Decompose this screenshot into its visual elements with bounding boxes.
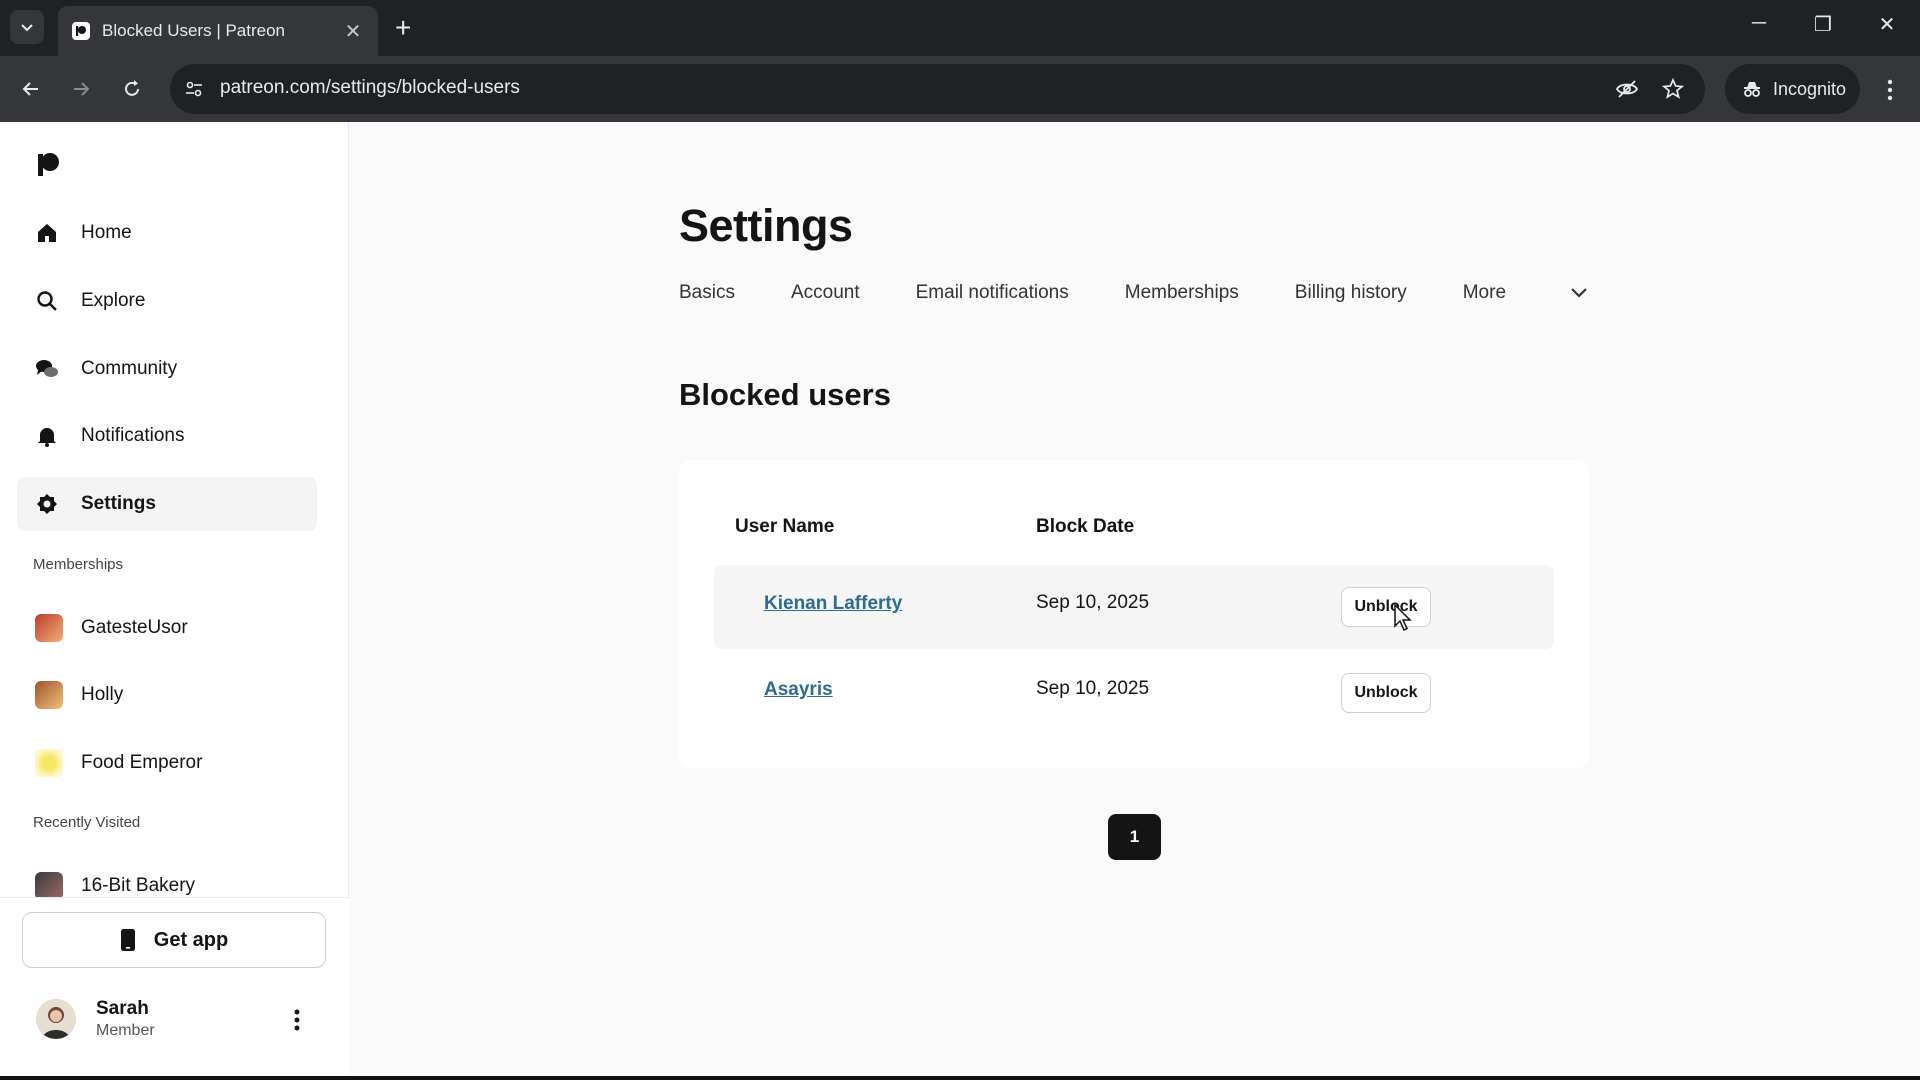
sidebar-footer: Get app Sarah Member	[0, 897, 349, 1080]
sidebar-membership-item[interactable]: Food Emperor	[17, 736, 317, 790]
url-text[interactable]: patreon.com/settings/blocked-users	[220, 77, 520, 99]
get-app-label: Get app	[153, 928, 229, 951]
patreon-logo-icon[interactable]	[36, 152, 60, 178]
recently-visited-label: Recently Visited	[33, 814, 141, 831]
home-icon	[35, 221, 59, 245]
tab-more[interactable]: More	[1463, 282, 1588, 304]
page-title: Settings	[679, 200, 853, 251]
tab-account[interactable]: Account	[791, 282, 860, 304]
avatar	[36, 999, 76, 1039]
sidebar-item-label: 16-Bit Bakery	[81, 875, 196, 896]
chevron-down-icon	[21, 24, 33, 32]
column-header-user-name: User Name	[735, 516, 835, 537]
chevron-down-icon	[1571, 288, 1587, 298]
blocked-user-link[interactable]: Kienan Lafferty	[764, 593, 902, 615]
blocked-users-table: User Name Block Date Kienan Lafferty Sep…	[679, 460, 1589, 768]
reload-icon	[125, 80, 139, 96]
sidebar-item-label: Notifications	[81, 425, 185, 446]
browser-tab[interactable]: Blocked Users | Patreon ✕	[58, 6, 378, 56]
browser-toolbar: patreon.com/settings/blocked-users Incog…	[0, 56, 1920, 122]
tab-email-notifications[interactable]: Email notifications	[916, 282, 1069, 304]
sidebar: Home Explore Community Notifications Set…	[0, 122, 349, 1080]
reload-button[interactable]	[117, 74, 147, 104]
sidebar-item-label: Settings	[81, 493, 156, 514]
creator-avatar	[35, 614, 63, 642]
new-tab-button[interactable]: +	[395, 14, 411, 42]
sidebar-item-notifications[interactable]: Notifications	[17, 409, 317, 463]
user-name: Sarah	[96, 998, 149, 1019]
memberships-section-label: Memberships	[33, 556, 124, 573]
user-profile[interactable]: Sarah Member	[36, 998, 155, 1040]
block-date: Sep 10, 2025	[1036, 678, 1150, 699]
tab-close-icon[interactable]: ✕	[342, 19, 364, 44]
sidebar-item-label: Food Emperor	[81, 752, 203, 773]
tab-search-button[interactable]	[10, 10, 44, 44]
blocked-user-link[interactable]: Asayris	[764, 679, 833, 701]
search-icon	[35, 289, 59, 313]
back-button[interactable]	[16, 74, 46, 104]
pagination-page-button[interactable]: 1	[1108, 814, 1161, 860]
incognito-icon	[1744, 82, 1760, 97]
block-date: Sep 10, 2025	[1036, 592, 1150, 613]
sidebar-item-label: Holly	[81, 684, 124, 705]
close-window-button[interactable]: ✕	[1872, 12, 1902, 37]
tab-billing-history[interactable]: Billing history	[1295, 282, 1407, 304]
sidebar-item-explore[interactable]: Explore	[17, 274, 317, 328]
table-row: Asayris Sep 10, 2025 Unblock	[714, 651, 1554, 735]
mouse-cursor-icon	[1393, 603, 1413, 637]
tab-basics[interactable]: Basics	[679, 282, 735, 304]
tab-memberships[interactable]: Memberships	[1125, 282, 1239, 304]
chat-icon	[35, 357, 59, 381]
sidebar-item-settings[interactable]: Settings	[17, 477, 317, 531]
eye-off-icon[interactable]	[1614, 76, 1640, 102]
creator-avatar	[35, 749, 63, 777]
creator-avatar	[35, 872, 63, 900]
get-app-button[interactable]: Get app	[22, 912, 326, 968]
incognito-label: Incognito	[1773, 78, 1847, 99]
patreon-favicon-icon	[72, 22, 90, 40]
bookmark-star-icon[interactable]	[1660, 76, 1686, 102]
unblock-button[interactable]: Unblock	[1341, 587, 1431, 627]
column-header-block-date: Block Date	[1036, 516, 1135, 537]
sidebar-item-label: Explore	[81, 290, 146, 311]
address-bar[interactable]: patreon.com/settings/blocked-users	[170, 64, 1705, 114]
arrow-right-icon	[74, 82, 90, 96]
section-title: Blocked users	[679, 377, 891, 412]
creator-avatar	[35, 681, 63, 709]
arrow-left-icon	[22, 82, 38, 96]
sidebar-item-community[interactable]: Community	[17, 342, 317, 396]
table-row: Kienan Lafferty Sep 10, 2025 Unblock	[714, 565, 1554, 649]
incognito-indicator[interactable]: Incognito	[1725, 64, 1860, 114]
restore-button[interactable]: ❐	[1808, 12, 1838, 37]
bell-icon	[35, 424, 59, 448]
tab-more-label: More	[1462, 282, 1507, 303]
tab-title: Blocked Users | Patreon	[102, 21, 285, 40]
sidebar-item-label: Community	[81, 358, 178, 379]
site-settings-icon[interactable]	[182, 77, 206, 101]
unblock-button[interactable]: Unblock	[1341, 673, 1431, 713]
sidebar-membership-item[interactable]: Holly	[17, 668, 317, 722]
forward-button[interactable]	[66, 74, 96, 104]
user-role: Member	[96, 1022, 155, 1039]
minimize-button[interactable]: ─	[1744, 12, 1774, 35]
sidebar-membership-item[interactable]: GatesteUsor	[17, 601, 317, 655]
browser-titlebar: Blocked Users | Patreon ✕ + ─ ❐ ✕	[0, 0, 1920, 56]
phone-icon	[120, 929, 135, 951]
sidebar-item-label: Home	[81, 222, 132, 243]
sidebar-item-home[interactable]: Home	[17, 206, 317, 260]
sidebar-item-label: GatesteUsor	[81, 617, 188, 638]
gear-icon	[35, 492, 59, 516]
settings-tabs: Basics Account Email notifications Membe…	[679, 282, 1644, 304]
browser-menu-icon[interactable]	[1880, 76, 1900, 104]
user-menu-icon[interactable]	[294, 1008, 312, 1036]
bottom-edge	[0, 1076, 1920, 1080]
